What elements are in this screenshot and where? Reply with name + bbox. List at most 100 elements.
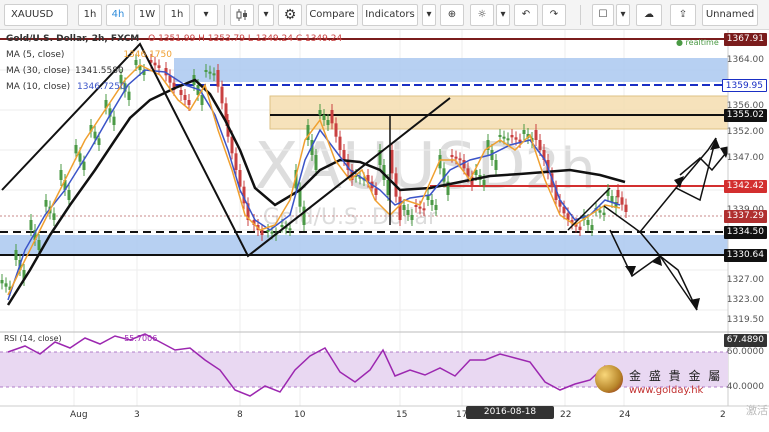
- ma10-legend-value: 1346.7250: [77, 82, 126, 92]
- candle-body: [374, 188, 378, 195]
- candle-body: [157, 65, 161, 68]
- candle-body: [590, 225, 594, 230]
- ma10-legend-label: MA (10, close): [6, 82, 71, 92]
- redo-button[interactable]: ↷: [542, 4, 566, 26]
- price-label-1337: 1337.29: [723, 210, 767, 223]
- candle-body: [338, 136, 342, 150]
- layout-button[interactable]: ☐: [592, 4, 614, 26]
- candle-body: [620, 197, 624, 205]
- candle-body: [522, 130, 526, 134]
- candle-body: [270, 231, 274, 234]
- candle-body: [586, 220, 590, 225]
- indicators-dropdown[interactable]: ▾: [422, 4, 436, 26]
- layout-dropdown[interactable]: ▾: [616, 4, 630, 26]
- candle-body: [4, 283, 8, 287]
- candle-body: [418, 206, 422, 209]
- interval-1w-button[interactable]: 1W: [134, 4, 160, 26]
- date-tick: 3: [134, 410, 140, 420]
- date-tick: 10: [294, 410, 306, 420]
- candle-body: [598, 210, 602, 213]
- candle-body: [288, 228, 292, 231]
- candle-body: [74, 145, 78, 154]
- candle-body: [342, 150, 346, 160]
- brand-watermark: 金 盛 貴 金 屬 www.golday.hk: [595, 365, 745, 405]
- candle-body: [97, 138, 101, 145]
- candle-body: [482, 180, 486, 185]
- price-label-1334: 1334.50: [723, 226, 767, 239]
- ma5-legend-label: MA (5, close): [6, 50, 65, 60]
- undo-icon: ↶: [521, 9, 531, 20]
- candle-body: [260, 230, 264, 235]
- candle-body: [127, 91, 131, 100]
- candle-body: [302, 206, 306, 225]
- chevron-down-icon: ▾: [426, 9, 432, 20]
- ma5-legend: MA (5, close) 1346.1750: [6, 50, 172, 60]
- interval-1h-button[interactable]: 1h: [78, 4, 102, 26]
- compare-button[interactable]: Compare: [306, 4, 358, 26]
- idea-button[interactable]: ☼: [470, 4, 494, 26]
- toolbar-divider: [224, 5, 225, 25]
- price-label-1330: 1330.64: [723, 249, 767, 262]
- date-tick: 24: [619, 410, 631, 420]
- undo-button[interactable]: ↶: [514, 4, 538, 26]
- candle-body: [204, 70, 208, 72]
- price-tick: 1364.00: [726, 55, 764, 65]
- time-axis[interactable]: Aug 3 8 10 15 17 22 24 2: [0, 408, 730, 426]
- candle-body: [314, 155, 318, 170]
- candle-body: [498, 135, 502, 137]
- chevron-down-icon: ▾: [620, 9, 626, 20]
- alert-plus-icon: ⊕: [447, 9, 457, 20]
- candle-body: [179, 90, 183, 95]
- candle-body: [0, 280, 4, 284]
- candle-body: [624, 204, 628, 212]
- candle-body: [52, 213, 56, 220]
- candle-body: [398, 196, 402, 220]
- candle-style-button[interactable]: [230, 4, 254, 26]
- supply-zone[interactable]: [269, 95, 729, 130]
- chart-style-dropdown[interactable]: ▾: [258, 4, 274, 26]
- symbol-search-button[interactable]: XAUUSD: [4, 4, 68, 26]
- upper-demand-zone[interactable]: [174, 58, 728, 82]
- candle-body: [44, 200, 48, 207]
- candle-body: [67, 190, 71, 200]
- candle-body: [390, 150, 394, 174]
- cloud-upload-button[interactable]: ⇪: [670, 4, 696, 26]
- toolbar-divider: [580, 5, 581, 25]
- rsi-tick: 60.0000: [726, 347, 764, 357]
- ma10-legend: MA (10, close) 1346.7250: [6, 82, 126, 92]
- idea-dropdown[interactable]: ▾: [496, 4, 510, 26]
- support-zone[interactable]: [0, 235, 728, 255]
- redo-icon: ↷: [549, 9, 559, 20]
- date-tick: 2: [720, 410, 726, 420]
- chart-app: XAUUSD 1h 4h 1W 1h ▾ ▾ ⚙ Compare Indicat…: [0, 0, 769, 430]
- lightbulb-icon: ☼: [477, 9, 487, 20]
- ma30-legend-label: MA (30, close): [6, 66, 71, 76]
- top-toolbar: XAUUSD 1h 4h 1W 1h ▾ ▾ ⚙ Compare Indicat…: [0, 0, 769, 30]
- candle-body: [318, 110, 322, 115]
- candle-body: [414, 205, 418, 207]
- ma30-legend: MA (30, close) 1341.5580: [6, 66, 124, 76]
- brand-name: 金 盛 貴 金 屬: [629, 369, 723, 383]
- interval-dropdown-button[interactable]: ▾: [194, 4, 218, 26]
- cloud-save-button[interactable]: ☁: [636, 4, 662, 26]
- crosshair-date-label: 2016-08-18 13:00:00: [466, 406, 554, 430]
- candle-body: [422, 208, 426, 211]
- indicators-button[interactable]: Indicators: [362, 4, 418, 26]
- candle-body: [153, 62, 157, 66]
- candle-body: [450, 155, 454, 157]
- interval-1h-alt-button[interactable]: 1h: [164, 4, 190, 26]
- interval-4h-button[interactable]: 4h: [106, 4, 130, 26]
- brand-url: www.golday.hk: [629, 385, 704, 396]
- settings-button[interactable]: ⚙: [278, 4, 302, 26]
- candle-body: [534, 130, 538, 140]
- realtime-dot-icon: ●: [676, 38, 683, 47]
- cloud-upload-icon: ⇪: [678, 9, 688, 20]
- candle-body: [216, 70, 220, 87]
- candle-body: [330, 110, 334, 124]
- layout-name-button[interactable]: Unnamed: [702, 4, 758, 26]
- candle-body: [326, 120, 330, 125]
- date-tick: 22: [560, 410, 572, 420]
- chevron-down-icon: ▾: [263, 9, 269, 20]
- candle-body: [402, 205, 406, 210]
- alert-button[interactable]: ⊕: [440, 4, 464, 26]
